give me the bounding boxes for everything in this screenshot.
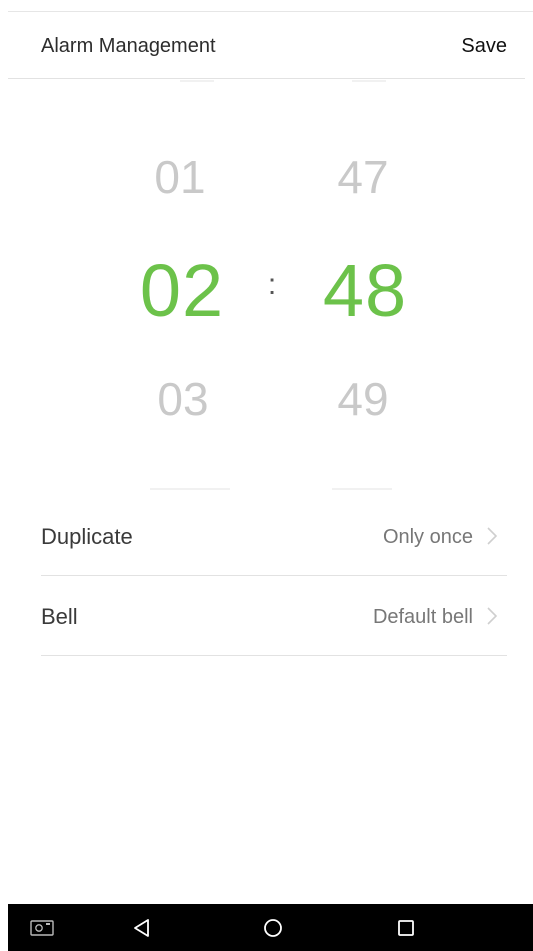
home-button[interactable] bbox=[243, 904, 303, 951]
hour-next-value[interactable]: 03 bbox=[118, 372, 248, 426]
time-separator: : bbox=[267, 268, 277, 301]
bell-setting-row[interactable]: Bell Default bell bbox=[41, 576, 507, 656]
screenshot-icon bbox=[30, 919, 54, 936]
hour-selected-value[interactable]: 02 bbox=[117, 248, 247, 333]
minute-prev-value[interactable]: 47 bbox=[298, 150, 428, 204]
hour-wheel-ghost-bottom bbox=[150, 488, 230, 490]
save-button[interactable]: Save bbox=[461, 35, 507, 58]
home-icon bbox=[264, 918, 282, 937]
recents-icon bbox=[398, 919, 414, 936]
duplicate-value: Only once bbox=[382, 526, 473, 548]
chevron-right-icon bbox=[487, 607, 498, 625]
page-title: Alarm Management bbox=[41, 35, 216, 57]
minute-next-value[interactable]: 49 bbox=[298, 372, 428, 426]
back-button[interactable] bbox=[112, 904, 172, 951]
duplicate-setting-row[interactable]: Duplicate Only once bbox=[41, 496, 507, 576]
app-header: Alarm Management Save bbox=[8, 12, 525, 79]
time-picker: 01 02 03 : 47 48 49 bbox=[0, 80, 533, 500]
bell-label: Bell bbox=[41, 604, 78, 629]
bell-value: Default bell bbox=[372, 606, 473, 628]
minute-wheel-ghost-bottom bbox=[332, 488, 392, 490]
recents-button[interactable] bbox=[376, 904, 436, 951]
screenshot-button[interactable] bbox=[12, 904, 72, 951]
duplicate-label: Duplicate bbox=[41, 524, 133, 549]
minute-selected-value[interactable]: 48 bbox=[300, 248, 430, 333]
hour-wheel-ghost-top bbox=[180, 80, 214, 82]
hour-prev-value[interactable]: 01 bbox=[115, 150, 245, 204]
chevron-right-icon bbox=[487, 527, 498, 545]
back-icon bbox=[134, 918, 149, 937]
minute-wheel-ghost-top bbox=[352, 80, 386, 82]
system-nav-bar bbox=[8, 904, 533, 951]
